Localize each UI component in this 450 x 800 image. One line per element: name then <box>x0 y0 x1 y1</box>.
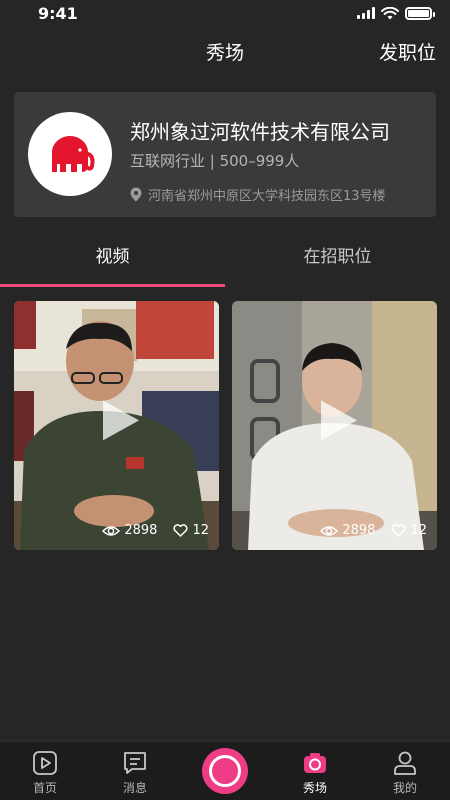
heart-icon <box>391 524 406 537</box>
video-stats: 2898 12 <box>102 523 209 538</box>
likes-count: 12 <box>192 523 209 538</box>
wifi-icon <box>381 6 399 19</box>
post-job-button[interactable]: 发职位 <box>379 38 436 65</box>
record-icon <box>202 748 248 794</box>
views-stat: 2898 <box>320 523 375 538</box>
company-address-text: 河南省郑州中原区大学科技园东区13号楼 <box>148 189 386 204</box>
company-logo <box>28 112 112 196</box>
likes-stat: 12 <box>173 523 209 538</box>
likes-count: 12 <box>410 523 427 538</box>
tab-videos[interactable]: 视频 <box>0 232 225 287</box>
play-icon[interactable] <box>307 392 363 448</box>
location-pin-icon <box>130 187 142 202</box>
nav-label: 我的 <box>392 781 417 795</box>
company-meta: 互联网行业 | 500–999人 <box>130 152 300 170</box>
tab-active-indicator <box>0 284 225 287</box>
battery-icon <box>405 6 435 20</box>
eye-icon <box>102 525 121 536</box>
views-count: 2898 <box>342 523 376 538</box>
play-square-icon <box>33 751 57 775</box>
eye-icon <box>320 525 339 536</box>
tab-videos-label: 视频 <box>95 247 130 267</box>
nav-label: 秀场 <box>302 781 327 795</box>
signal-icon <box>357 7 375 19</box>
likes-stat: 12 <box>391 523 427 538</box>
video-card[interactable]: 2898 12 <box>232 301 437 550</box>
status-icons <box>357 6 435 20</box>
video-stats: 2898 12 <box>320 523 427 538</box>
header: 秀场 发职位 <box>0 30 450 74</box>
nav-item-messages[interactable]: 消息 <box>90 742 180 800</box>
nav-label: 首页 <box>32 781 57 795</box>
nav-label: 消息 <box>122 781 147 795</box>
tab-open-positions-label: 在招职位 <box>303 247 372 267</box>
play-icon[interactable] <box>89 392 145 448</box>
views-stat: 2898 <box>102 523 157 538</box>
status-bar: 9:41 <box>0 0 450 26</box>
tab-open-positions[interactable]: 在招职位 <box>225 232 450 287</box>
company-name: 郑州象过河软件技术有限公司 <box>130 120 390 144</box>
company-card[interactable]: 郑州象过河软件技术有限公司 互联网行业 | 500–999人 河南省郑州中原区大… <box>14 92 436 217</box>
bottom-nav: 首页 消息 秀场 我的 <box>0 741 450 800</box>
heart-icon <box>173 524 188 537</box>
tab-bar: 视频 在招职位 <box>0 232 450 287</box>
nav-item-profile[interactable]: 我的 <box>360 742 450 800</box>
message-icon <box>124 752 146 774</box>
elephant-logo-icon <box>52 136 95 172</box>
status-time: 9:41 <box>38 3 78 23</box>
person-icon <box>394 751 416 775</box>
nav-item-showcase[interactable]: 秀场 <box>270 742 360 800</box>
record-button[interactable] <box>180 742 270 800</box>
camera-icon <box>304 753 326 773</box>
views-count: 2898 <box>124 523 158 538</box>
video-card[interactable]: 2898 12 <box>14 301 219 550</box>
nav-item-home[interactable]: 首页 <box>0 742 90 800</box>
company-address: 河南省郑州中原区大学科技园东区13号楼 <box>130 185 386 204</box>
